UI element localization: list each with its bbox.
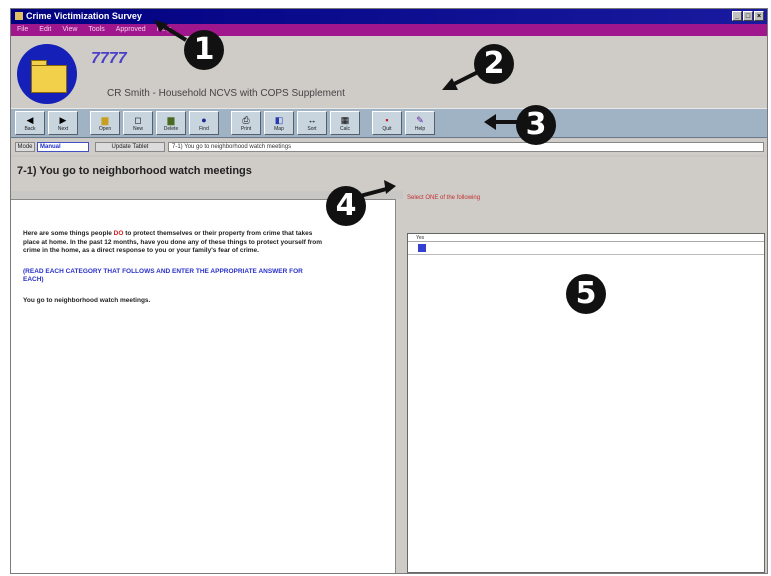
- case-subtitle: CR Smith - Household NCVS with COPS Supp…: [107, 88, 345, 99]
- print-button[interactable]: ⎙ Print: [231, 111, 261, 135]
- menu-approved[interactable]: Approved: [116, 24, 146, 36]
- open-button[interactable]: ▆ Open: [90, 111, 120, 135]
- new-icon: ◻: [134, 114, 142, 125]
- calc-icon: ▦: [340, 114, 350, 125]
- delete-icon: ▆: [167, 114, 175, 125]
- question-text: Here are some things people DO to protec…: [23, 230, 323, 317]
- back-arrow-icon: ◀: [26, 114, 34, 125]
- mode-bar: Mode Manual Update Tablet 7-1) You go to…: [11, 139, 767, 155]
- menu-tools[interactable]: Tools: [88, 24, 104, 36]
- question-repeat: You go to neighborhood watch meetings.: [23, 296, 151, 304]
- back-button[interactable]: ◀ Back: [15, 111, 45, 135]
- help-button[interactable]: ✎ Help: [405, 111, 435, 135]
- map-icon: ◧: [274, 114, 284, 125]
- window-controls: _ □ ×: [732, 11, 764, 21]
- callout-5: 5: [566, 274, 606, 314]
- help-icon: ✎: [416, 114, 424, 125]
- next-arrow-icon: ▶: [59, 114, 67, 125]
- menu-file[interactable]: File: [17, 24, 28, 36]
- callout-1: 1: [184, 30, 224, 70]
- callout-3: 3: [516, 105, 556, 145]
- interviewer-instruction: (READ EACH CATEGORY THAT FOLLOWS AND ENT…: [23, 267, 303, 284]
- app-icon: [15, 12, 23, 20]
- delete-button[interactable]: ▆ Delete: [156, 111, 186, 135]
- question-text-panel: Here are some things people DO to protec…: [11, 199, 395, 573]
- app-window: Crime Victimization Survey _ □ × File Ed…: [10, 8, 768, 574]
- answer-row-divider: [408, 254, 764, 255]
- answer-prompt: Select ONE of the following: [407, 195, 481, 201]
- panel-splitter[interactable]: [395, 199, 403, 573]
- sort-button[interactable]: ↔ Sort: [297, 111, 327, 135]
- toolbar: ◀ Back ▶ Next ▆ Open ◻ New ▆ Delete ● Find ⎙ Pr…: [11, 108, 767, 138]
- callout-2: 2: [474, 44, 514, 84]
- sort-icon: ↔: [307, 114, 317, 125]
- folder-icon: [31, 65, 67, 93]
- print-icon: ⎙: [242, 114, 250, 125]
- question-selector[interactable]: 7-1) You go to neighborhood watch meetin…: [168, 142, 764, 152]
- menu-view[interactable]: View: [62, 24, 77, 36]
- answer-panel: Select ONE of the following Yes: [403, 191, 767, 573]
- menu-bar: File Edit View Tools Approved Help: [11, 24, 767, 36]
- open-icon: ▆: [101, 114, 109, 125]
- map-button[interactable]: ◧ Map: [264, 111, 294, 135]
- case-id: 7777: [91, 50, 127, 67]
- case-header: 7777 CR Smith - Household NCVS with COPS…: [11, 36, 767, 108]
- answer-list-header: Yes: [408, 234, 764, 242]
- mode-label: Mode: [15, 142, 35, 152]
- calc-button[interactable]: ▦ Calc: [330, 111, 360, 135]
- next-button[interactable]: ▶ Next: [48, 111, 78, 135]
- maximize-icon[interactable]: □: [743, 11, 753, 21]
- answer-checkbox[interactable]: [418, 244, 426, 252]
- find-icon: ●: [201, 114, 207, 125]
- question-title: 7-1) You go to neighborhood watch meetin…: [17, 165, 252, 177]
- menu-edit[interactable]: Edit: [39, 24, 51, 36]
- question-intro: Here are some things people DO to protec…: [23, 230, 323, 254]
- minimize-icon[interactable]: _: [732, 11, 742, 21]
- emphasis-do: DO: [113, 230, 124, 237]
- find-button[interactable]: ● Find: [189, 111, 219, 135]
- new-button[interactable]: ◻ New: [123, 111, 153, 135]
- update-tablet-button[interactable]: Update Tablet: [95, 142, 165, 152]
- mode-field[interactable]: Manual: [37, 142, 89, 152]
- window-title: Crime Victimization Survey: [26, 11, 142, 21]
- quit-icon: ▪: [385, 114, 389, 125]
- quit-button[interactable]: ▪ Quit: [372, 111, 402, 135]
- callout-4: 4: [326, 186, 366, 226]
- title-bar: Crime Victimization Survey _ □ ×: [11, 9, 767, 24]
- close-icon[interactable]: ×: [754, 11, 764, 21]
